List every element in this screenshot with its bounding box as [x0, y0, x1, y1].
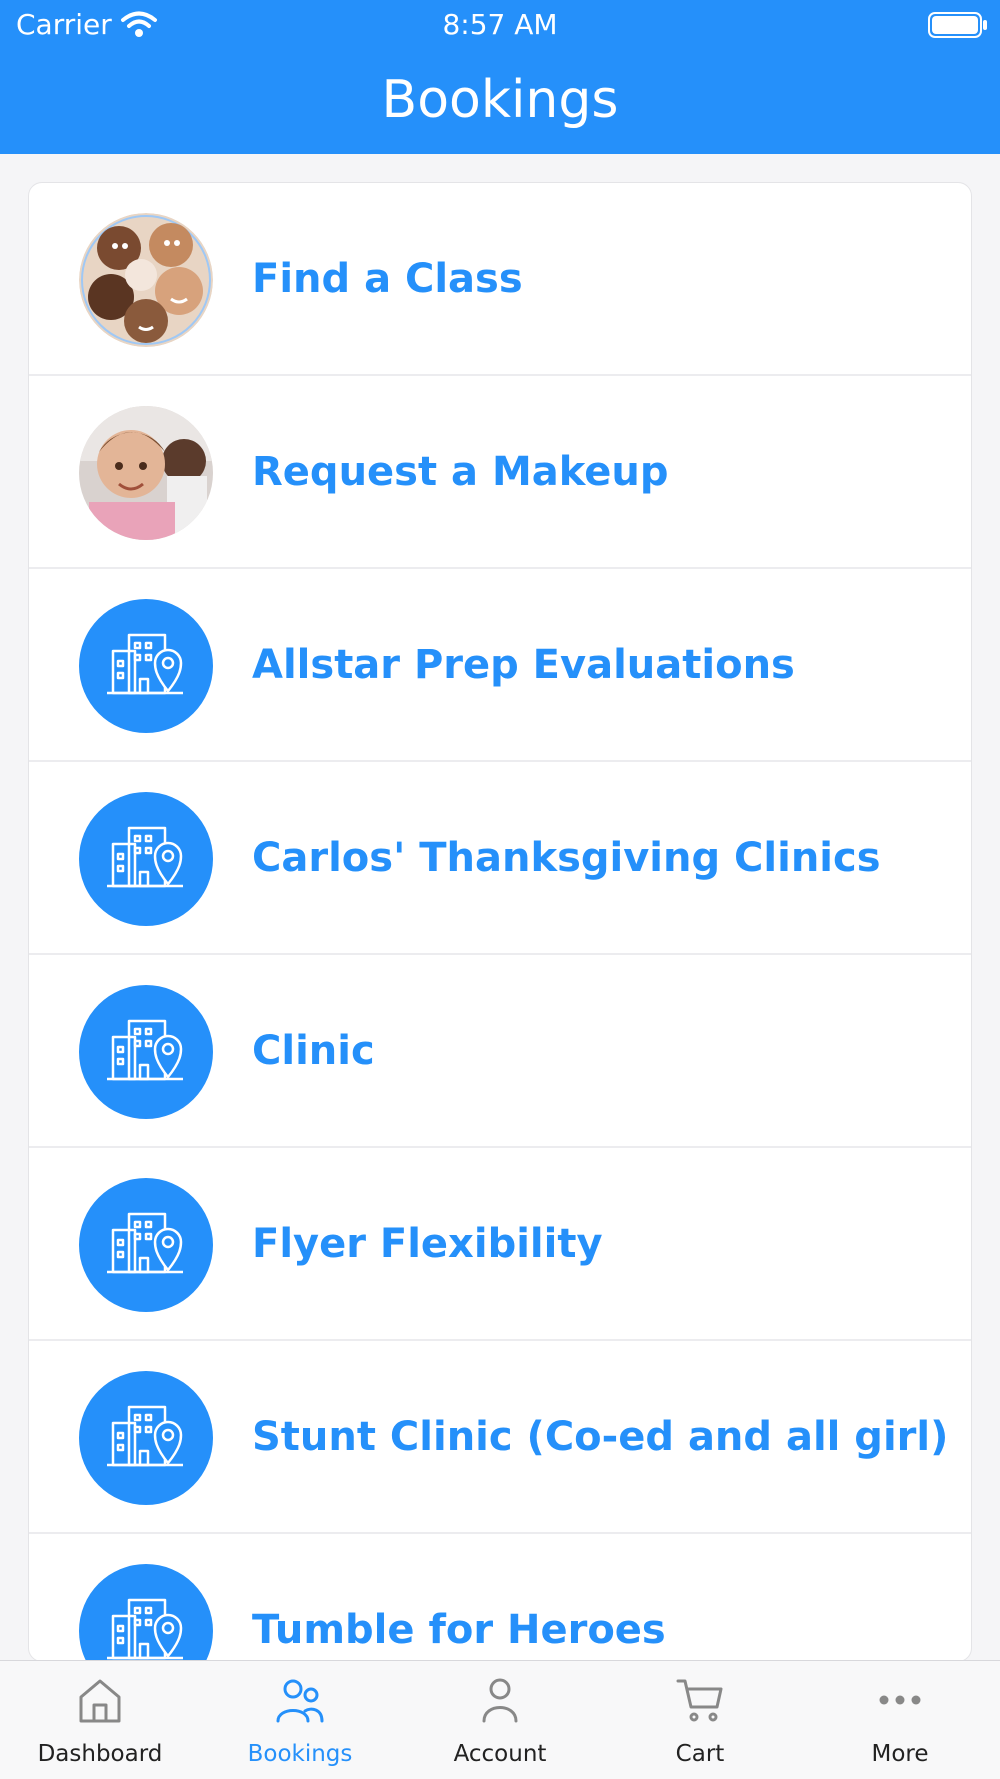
- ellipsis-icon: [879, 1695, 921, 1705]
- battery-icon: [928, 12, 987, 38]
- list-item-carlos-thanksgiving-clinics[interactable]: Carlos' Thanksgiving Clinics: [29, 762, 971, 955]
- building-location-icon: [79, 985, 213, 1119]
- kids-classroom-photo: [79, 406, 213, 540]
- nav-header: Carrier 8:57 AM Bookings: [0, 0, 1000, 154]
- building-location-icon: [79, 1564, 213, 1661]
- building-location-icon: [79, 792, 213, 926]
- list-item-flyer-flexibility[interactable]: Flyer Flexibility: [29, 1148, 971, 1341]
- tab-dashboard[interactable]: Dashboard: [0, 1661, 200, 1779]
- status-bar: Carrier 8:57 AM: [0, 0, 1000, 52]
- house-icon: [79, 1679, 121, 1723]
- tab-bar: Dashboard Bookings Account Cart More: [0, 1660, 1000, 1779]
- page-title: Bookings: [381, 70, 619, 130]
- building-location-icon: [79, 599, 213, 733]
- tab-label: More: [871, 1741, 929, 1767]
- person-icon: [482, 1678, 518, 1723]
- list-item-label: Allstar Prep Evaluations: [252, 642, 795, 688]
- list-item-label: Tumble for Heroes: [252, 1607, 666, 1653]
- cart-icon: [676, 1679, 723, 1722]
- building-location-icon: [79, 1178, 213, 1312]
- tab-cart[interactable]: Cart: [600, 1661, 800, 1779]
- list-item-label: Flyer Flexibility: [252, 1221, 603, 1267]
- list-item-request-a-makeup[interactable]: Request a Makeup: [29, 376, 971, 569]
- tab-label: Account: [453, 1741, 547, 1767]
- kids-huddle-photo: [79, 213, 213, 347]
- tab-more[interactable]: More: [800, 1661, 1000, 1779]
- list-item-label: Find a Class: [252, 256, 523, 302]
- list-item-clinic[interactable]: Clinic: [29, 955, 971, 1148]
- tab-label: Dashboard: [37, 1741, 163, 1767]
- list-item-label: Clinic: [252, 1028, 375, 1074]
- list-item-tumble-for-heroes[interactable]: Tumble for Heroes: [29, 1534, 971, 1661]
- list-item-label: Carlos' Thanksgiving Clinics: [252, 835, 881, 881]
- list-item-stunt-clinic[interactable]: Stunt Clinic (Co-ed and all girl): [29, 1341, 971, 1534]
- tab-label: Bookings: [247, 1741, 353, 1767]
- list-item-find-a-class[interactable]: Find a Class: [29, 183, 971, 376]
- list-item-allstar-prep-evaluations[interactable]: Allstar Prep Evaluations: [29, 569, 971, 762]
- tab-bookings[interactable]: Bookings: [200, 1661, 400, 1779]
- people-icon: [276, 1679, 324, 1723]
- bookings-list: Find a Class Request a Makeup Allstar Pr…: [28, 182, 972, 1662]
- tab-label: Cart: [675, 1741, 725, 1767]
- status-time: 8:57 AM: [442, 8, 558, 41]
- list-item-label: Request a Makeup: [252, 449, 669, 495]
- tab-account[interactable]: Account: [400, 1661, 600, 1779]
- list-item-label: Stunt Clinic (Co-ed and all girl): [252, 1414, 949, 1460]
- building-location-icon: [79, 1371, 213, 1505]
